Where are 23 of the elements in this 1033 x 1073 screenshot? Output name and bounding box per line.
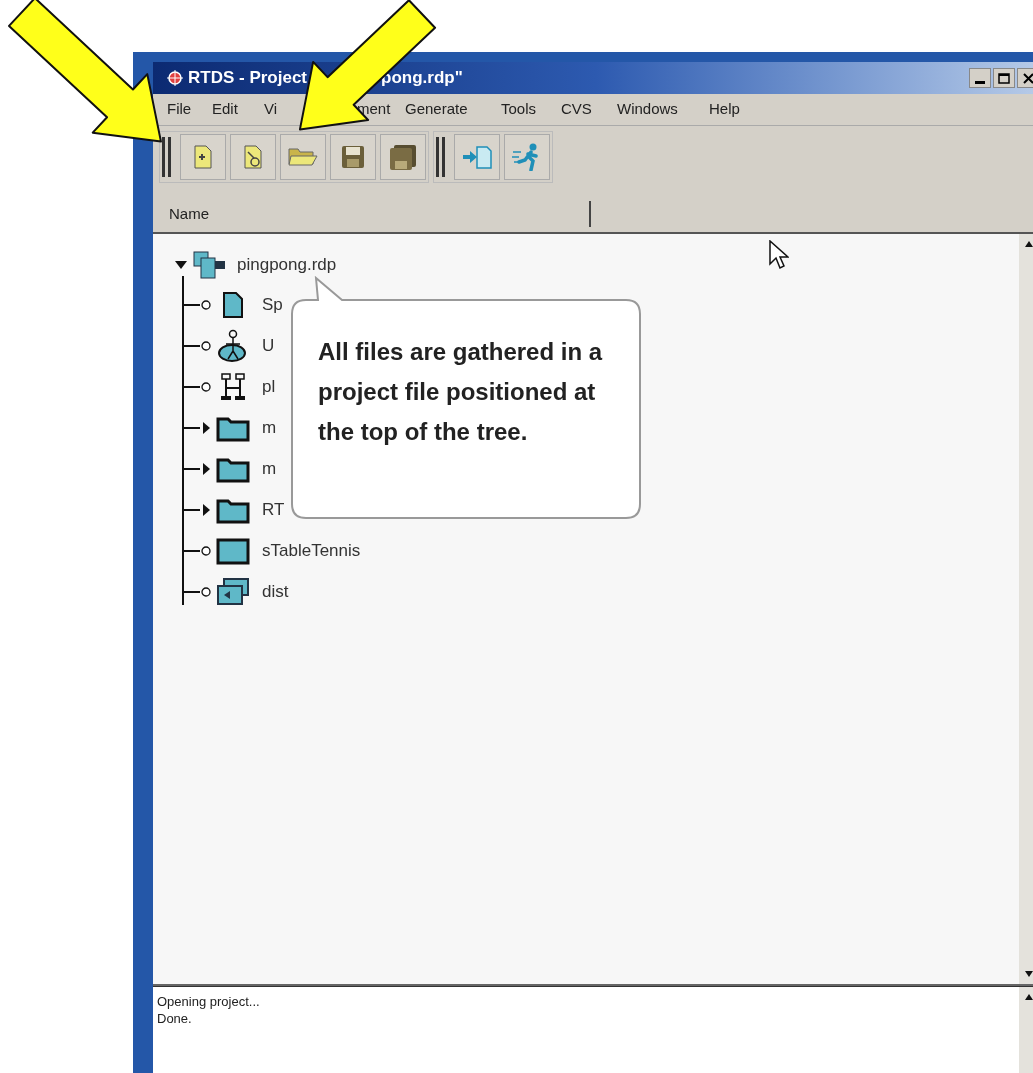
- tree-item[interactable]: Sp: [262, 291, 283, 318]
- tree-item[interactable]: m: [262, 455, 277, 482]
- column-heading[interactable]: Name: [153, 201, 591, 227]
- menu-item[interactable]: File: [167, 100, 192, 118]
- tree-item[interactable]: RT: [262, 496, 285, 523]
- menu-item[interactable]: Tools: [501, 100, 537, 118]
- log-line: Done.: [157, 1010, 193, 1027]
- menu-item[interactable]: Generate: [405, 100, 468, 118]
- menu-item[interactable]: Windows: [617, 100, 678, 118]
- window-title: pong.rdp": [381, 67, 463, 90]
- menu-item[interactable]: Edit: [212, 100, 238, 118]
- tree-item[interactable]: dist: [262, 578, 289, 605]
- menu-item[interactable]: Help: [709, 100, 740, 118]
- menu-item[interactable]: CVS: [561, 100, 592, 118]
- menu-item[interactable]: Vi: [264, 100, 278, 118]
- callout-text: All files are gathered in a project file positioned at the top of the tree.: [318, 337, 604, 447]
- window-title: RTDS - Project: [188, 67, 308, 90]
- tree-item[interactable]: sTableTennis: [262, 537, 361, 564]
- tree-item[interactable]: pl: [262, 373, 276, 400]
- log-line: Opening project...: [157, 993, 261, 1010]
- tree-item[interactable]: m: [262, 414, 277, 441]
- tree-item[interactable]: pingpong.rdp: [237, 252, 337, 278]
- tree-item[interactable]: U: [262, 332, 275, 359]
